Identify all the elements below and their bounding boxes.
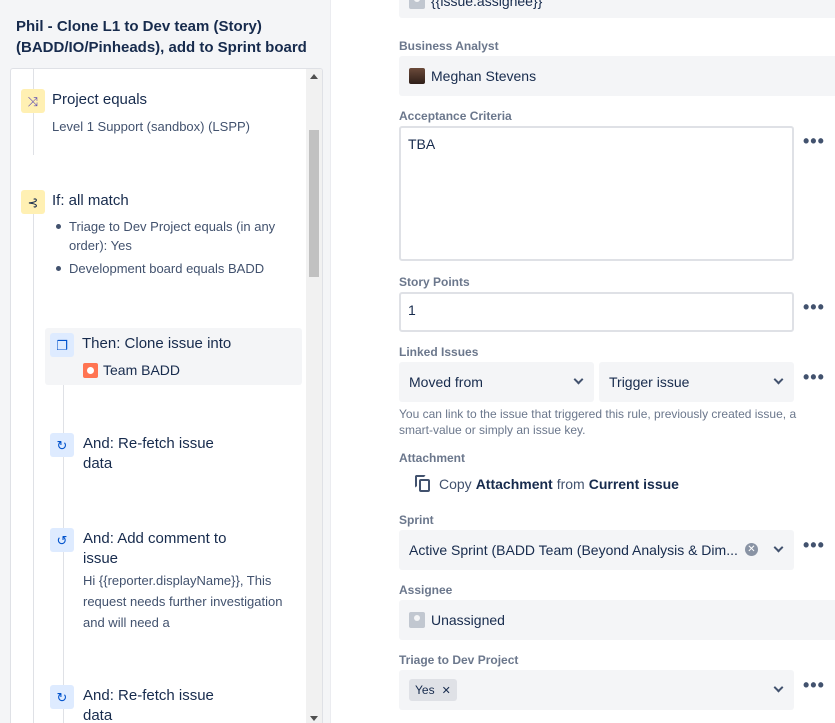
story-points-label: Story Points (399, 275, 470, 289)
link-type-select[interactable]: Moved from (399, 362, 594, 402)
clone-action-title: Then: Clone issue into (82, 335, 232, 352)
chevron-down-icon (773, 542, 784, 553)
scroll-up-icon[interactable] (310, 74, 318, 79)
more-options-icon[interactable]: ••• (803, 676, 825, 694)
triage-select[interactable]: Yes ✕ (399, 670, 794, 710)
assignee-label: Assignee (399, 583, 453, 597)
comment-body: Hi {{reporter.displayName}}, This reques… (83, 573, 283, 630)
copy-icon: ❐ (50, 333, 74, 357)
avatar-icon (409, 612, 425, 628)
refetch-issue-action[interactable]: ↻ And: Re-fetch issue data (41, 429, 301, 479)
more-options-icon[interactable]: ••• (803, 368, 825, 386)
project-condition-subtitle: Level 1 Support (sandbox) (LSPP) (52, 119, 250, 134)
triage-label: Triage to Dev Project (399, 653, 519, 667)
link-target-select[interactable]: Trigger issue (599, 362, 794, 402)
scroll-thumb[interactable] (309, 130, 319, 277)
linked-issues-label: Linked Issues (399, 345, 479, 359)
chevron-down-icon (773, 682, 784, 693)
rule-panel: Phil - Clone L1 to Dev team (Story) (BAD… (0, 0, 331, 723)
acceptance-criteria-textarea[interactable]: TBA (399, 126, 794, 261)
linked-issues-help: You can link to the issue that triggered… (399, 407, 797, 437)
attachment-label: Attachment (399, 451, 466, 465)
refresh-icon: ↻ (50, 433, 74, 457)
clone-target: Team BADD (103, 362, 181, 378)
action-config-form: {{issue.assignee}} Business Analyst Megh… (331, 0, 835, 723)
user-avatar-icon (409, 68, 425, 84)
business-analyst-label: Business Analyst (399, 39, 499, 53)
rule-title: Phil - Clone L1 to Dev team (Story) (BAD… (16, 18, 307, 56)
more-options-icon[interactable]: ••• (803, 536, 825, 554)
project-condition-title: Project equals (52, 91, 148, 108)
team-icon (83, 363, 98, 378)
add-comment-action[interactable]: ↺ And: Add comment to issue Hi {{reporte… (41, 524, 301, 639)
comment-refresh-icon: ↺ (50, 528, 74, 552)
story-points-input[interactable]: 1 (399, 292, 794, 332)
refetch-title: And: Re-fetch issue data (83, 435, 214, 472)
more-options-icon[interactable]: ••• (803, 298, 825, 316)
clone-issue-action[interactable]: ❐ Then: Clone issue into Team BADD (45, 328, 302, 385)
sprint-label: Sprint (399, 513, 434, 527)
list-item: Development board equals BADD (56, 259, 301, 278)
assignee-smart-field[interactable]: {{issue.assignee}} (399, 0, 835, 18)
scroll-down-icon[interactable] (310, 716, 318, 721)
refetch-title: And: Re-fetch issue data (83, 687, 214, 723)
attachment-option[interactable]: Copy Attachment from Current issue (415, 474, 683, 494)
project-condition[interactable]: ⤨ Project equals Level 1 Support (sandbo… (11, 69, 306, 149)
assignee-field[interactable]: Unassigned (399, 600, 835, 640)
refetch-issue-action[interactable]: ↻ And: Re-fetch issue data (41, 681, 301, 723)
business-analyst-field[interactable]: Meghan Stevens (399, 56, 835, 96)
connector-line (33, 212, 34, 723)
acceptance-criteria-label: Acceptance Criteria (399, 109, 512, 123)
condition-list: Triage to Dev Project equals (in any ord… (56, 217, 301, 282)
clear-icon[interactable]: ✕ (745, 543, 758, 556)
chevron-down-icon (573, 374, 584, 385)
if-block-title: If: all match (52, 192, 129, 209)
avatar-icon (409, 0, 425, 9)
remove-tag-icon[interactable]: ✕ (442, 684, 451, 697)
more-options-icon[interactable]: ••• (803, 132, 825, 150)
sprint-select[interactable]: Active Sprint (BADD Team (Beyond Analysi… (399, 530, 794, 570)
scrollbar[interactable] (306, 69, 322, 723)
rule-component-list: ⤨ Project equals Level 1 Support (sandbo… (10, 68, 323, 723)
selected-tag: Yes ✕ (409, 679, 457, 701)
copy-icon (415, 475, 431, 493)
comment-title: And: Add comment to issue (83, 530, 227, 567)
shuffle-icon: ⤨ (21, 89, 45, 113)
refresh-icon: ↻ (50, 685, 74, 709)
list-item: Triage to Dev Project equals (in any ord… (56, 217, 301, 255)
branch-icon: ⊰ (21, 190, 45, 214)
chevron-down-icon (773, 374, 784, 385)
